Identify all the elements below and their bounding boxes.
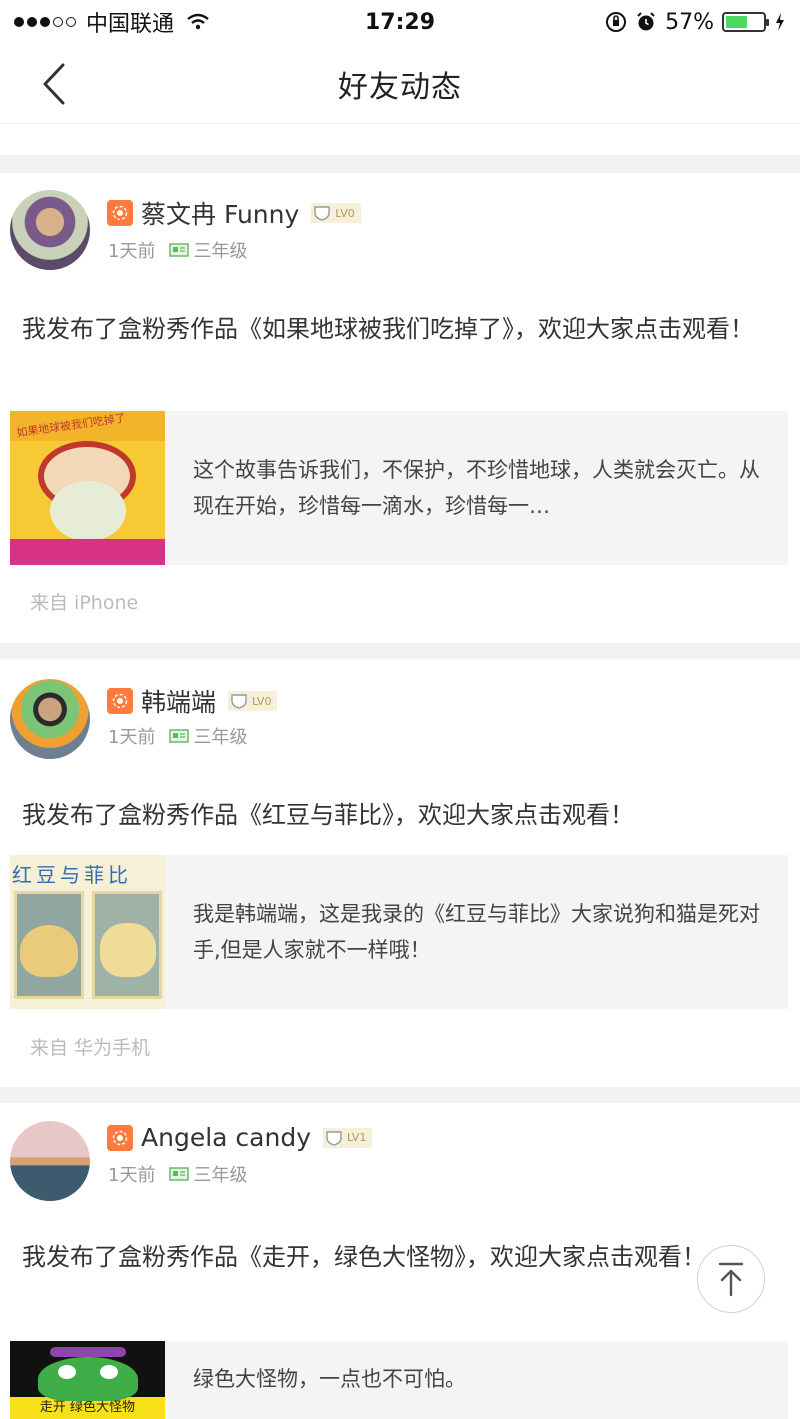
level-badge: LV1 (322, 1127, 373, 1148)
work-cover-image: 如果地球被我们吃掉了 (10, 411, 165, 565)
user-name-row: 蔡文冉 Funny LV0 (107, 195, 361, 231)
arrow-up-icon (718, 1262, 744, 1297)
work-cover-image: 走开 绿色大怪物 (10, 1341, 165, 1419)
grade-card-icon (169, 243, 190, 257)
status-time: 17:29 (364, 9, 436, 35)
chevron-left-icon (43, 63, 65, 105)
feed-post[interactable]: 蔡文冉 Funny LV0 1天前 三年级 我发布了盒粉秀作品《如果地球被我们吃… (0, 173, 800, 643)
post-text: 我发布了盒粉秀作品《走开，绿色大怪物》，欢迎大家点击观看！ (22, 1243, 706, 1271)
work-cover-image: 红豆与菲比 (10, 855, 165, 1009)
post-meta: 1天前 三年级 (108, 237, 247, 263)
work-description: 我是韩端端，这是我录的《红豆与菲比》大家说狗和猫是死对手,但是人家就不一样哦！ (193, 902, 760, 962)
post-time: 1天前 (108, 1165, 156, 1186)
battery-percent: 57% (665, 9, 714, 35)
user-name-row: 韩端端 LV0 (107, 683, 278, 719)
shared-work-card[interactable]: 走开 绿色大怪物 绿色大怪物，一点也不可怕。 (10, 1341, 788, 1419)
grade-card-icon (169, 729, 190, 743)
shield-icon (314, 206, 330, 221)
grade-text: 三年级 (193, 241, 248, 262)
page-title: 好友动态 (338, 69, 462, 105)
nav-bar: 好友动态 (0, 44, 800, 124)
post-time: 1天前 (108, 727, 156, 748)
post-source: 来自 华为手机 (30, 1037, 151, 1059)
status-bar: 中国联通 17:29 57% (0, 0, 800, 44)
grade-card-icon (169, 1167, 190, 1181)
avatar[interactable] (10, 1121, 90, 1201)
user-name[interactable]: 韩端端 (141, 683, 216, 719)
level-text: LV0 (335, 206, 355, 220)
battery-level (726, 16, 747, 28)
section-divider (0, 1087, 800, 1103)
charging-icon (776, 13, 784, 31)
status-left: 中国联通 (14, 6, 334, 38)
shield-icon (326, 1130, 342, 1146)
post-text: 我发布了盒粉秀作品《如果地球被我们吃掉了》，欢迎大家点击观看！ (22, 315, 754, 343)
avatar[interactable] (10, 190, 90, 270)
post-time: 1天前 (108, 241, 156, 262)
shield-icon (231, 694, 247, 709)
section-divider (0, 643, 800, 659)
post-meta: 1天前 三年级 (108, 723, 247, 749)
level-text: LV1 (346, 1131, 367, 1144)
feed-post[interactable]: 韩端端 LV0 1天前 三年级 我发布了盒粉秀作品《红豆与菲比》，欢迎大家点击观… (0, 659, 800, 1087)
grade-tag: 三年级 (169, 723, 247, 749)
orientation-lock-icon (606, 12, 627, 32)
user-name[interactable]: 蔡文冉 Funny (141, 195, 299, 231)
flower-badge-icon (107, 688, 133, 714)
flower-badge-icon (107, 1124, 133, 1151)
level-badge: LV0 (228, 691, 278, 711)
user-name[interactable]: Angela candy (141, 1123, 311, 1152)
grade-text: 三年级 (193, 727, 248, 748)
level-text: LV0 (252, 694, 272, 708)
grade-tag: 三年级 (169, 1161, 247, 1187)
level-badge: LV0 (311, 203, 361, 223)
post-meta: 1天前 三年级 (108, 1161, 247, 1187)
signal-strength-icon (14, 17, 76, 27)
status-right: 57% (466, 10, 786, 35)
work-description: 绿色大怪物，一点也不可怕。 (193, 1367, 466, 1391)
cover-title: 红豆与菲比 (12, 863, 132, 887)
section-divider (0, 155, 800, 173)
feed-post[interactable]: Angela candy LV1 1天前 三年级 我发布了盒粉秀作品《走开，绿色… (0, 1103, 800, 1419)
battery-icon (722, 12, 769, 32)
user-name-row: Angela candy LV1 (107, 1123, 373, 1152)
shared-work-card[interactable]: 红豆与菲比 我是韩端端，这是我录的《红豆与菲比》大家说狗和猫是死对手,但是人家就… (10, 855, 788, 1009)
alarm-icon (637, 12, 655, 31)
shared-work-card[interactable]: 如果地球被我们吃掉了 这个故事告诉我们，不保护，不珍惜地球，人类就会灭亡。从现在… (10, 411, 788, 565)
avatar[interactable] (10, 679, 90, 759)
carrier-name: 中国联通 (86, 12, 175, 37)
back-button[interactable] (30, 60, 78, 108)
flower-badge-icon (107, 200, 133, 226)
post-source: 来自 iPhone (30, 592, 139, 614)
scroll-to-top-button[interactable] (697, 1245, 765, 1313)
wifi-icon (187, 13, 209, 30)
post-text: 我发布了盒粉秀作品《红豆与菲比》，欢迎大家点击观看！ (22, 801, 634, 829)
grade-text: 三年级 (193, 1165, 248, 1186)
grade-tag: 三年级 (169, 237, 247, 263)
work-description: 这个故事告诉我们，不保护，不珍惜地球，人类就会灭亡。从现在开始，珍惜每一滴水，珍… (193, 458, 760, 518)
